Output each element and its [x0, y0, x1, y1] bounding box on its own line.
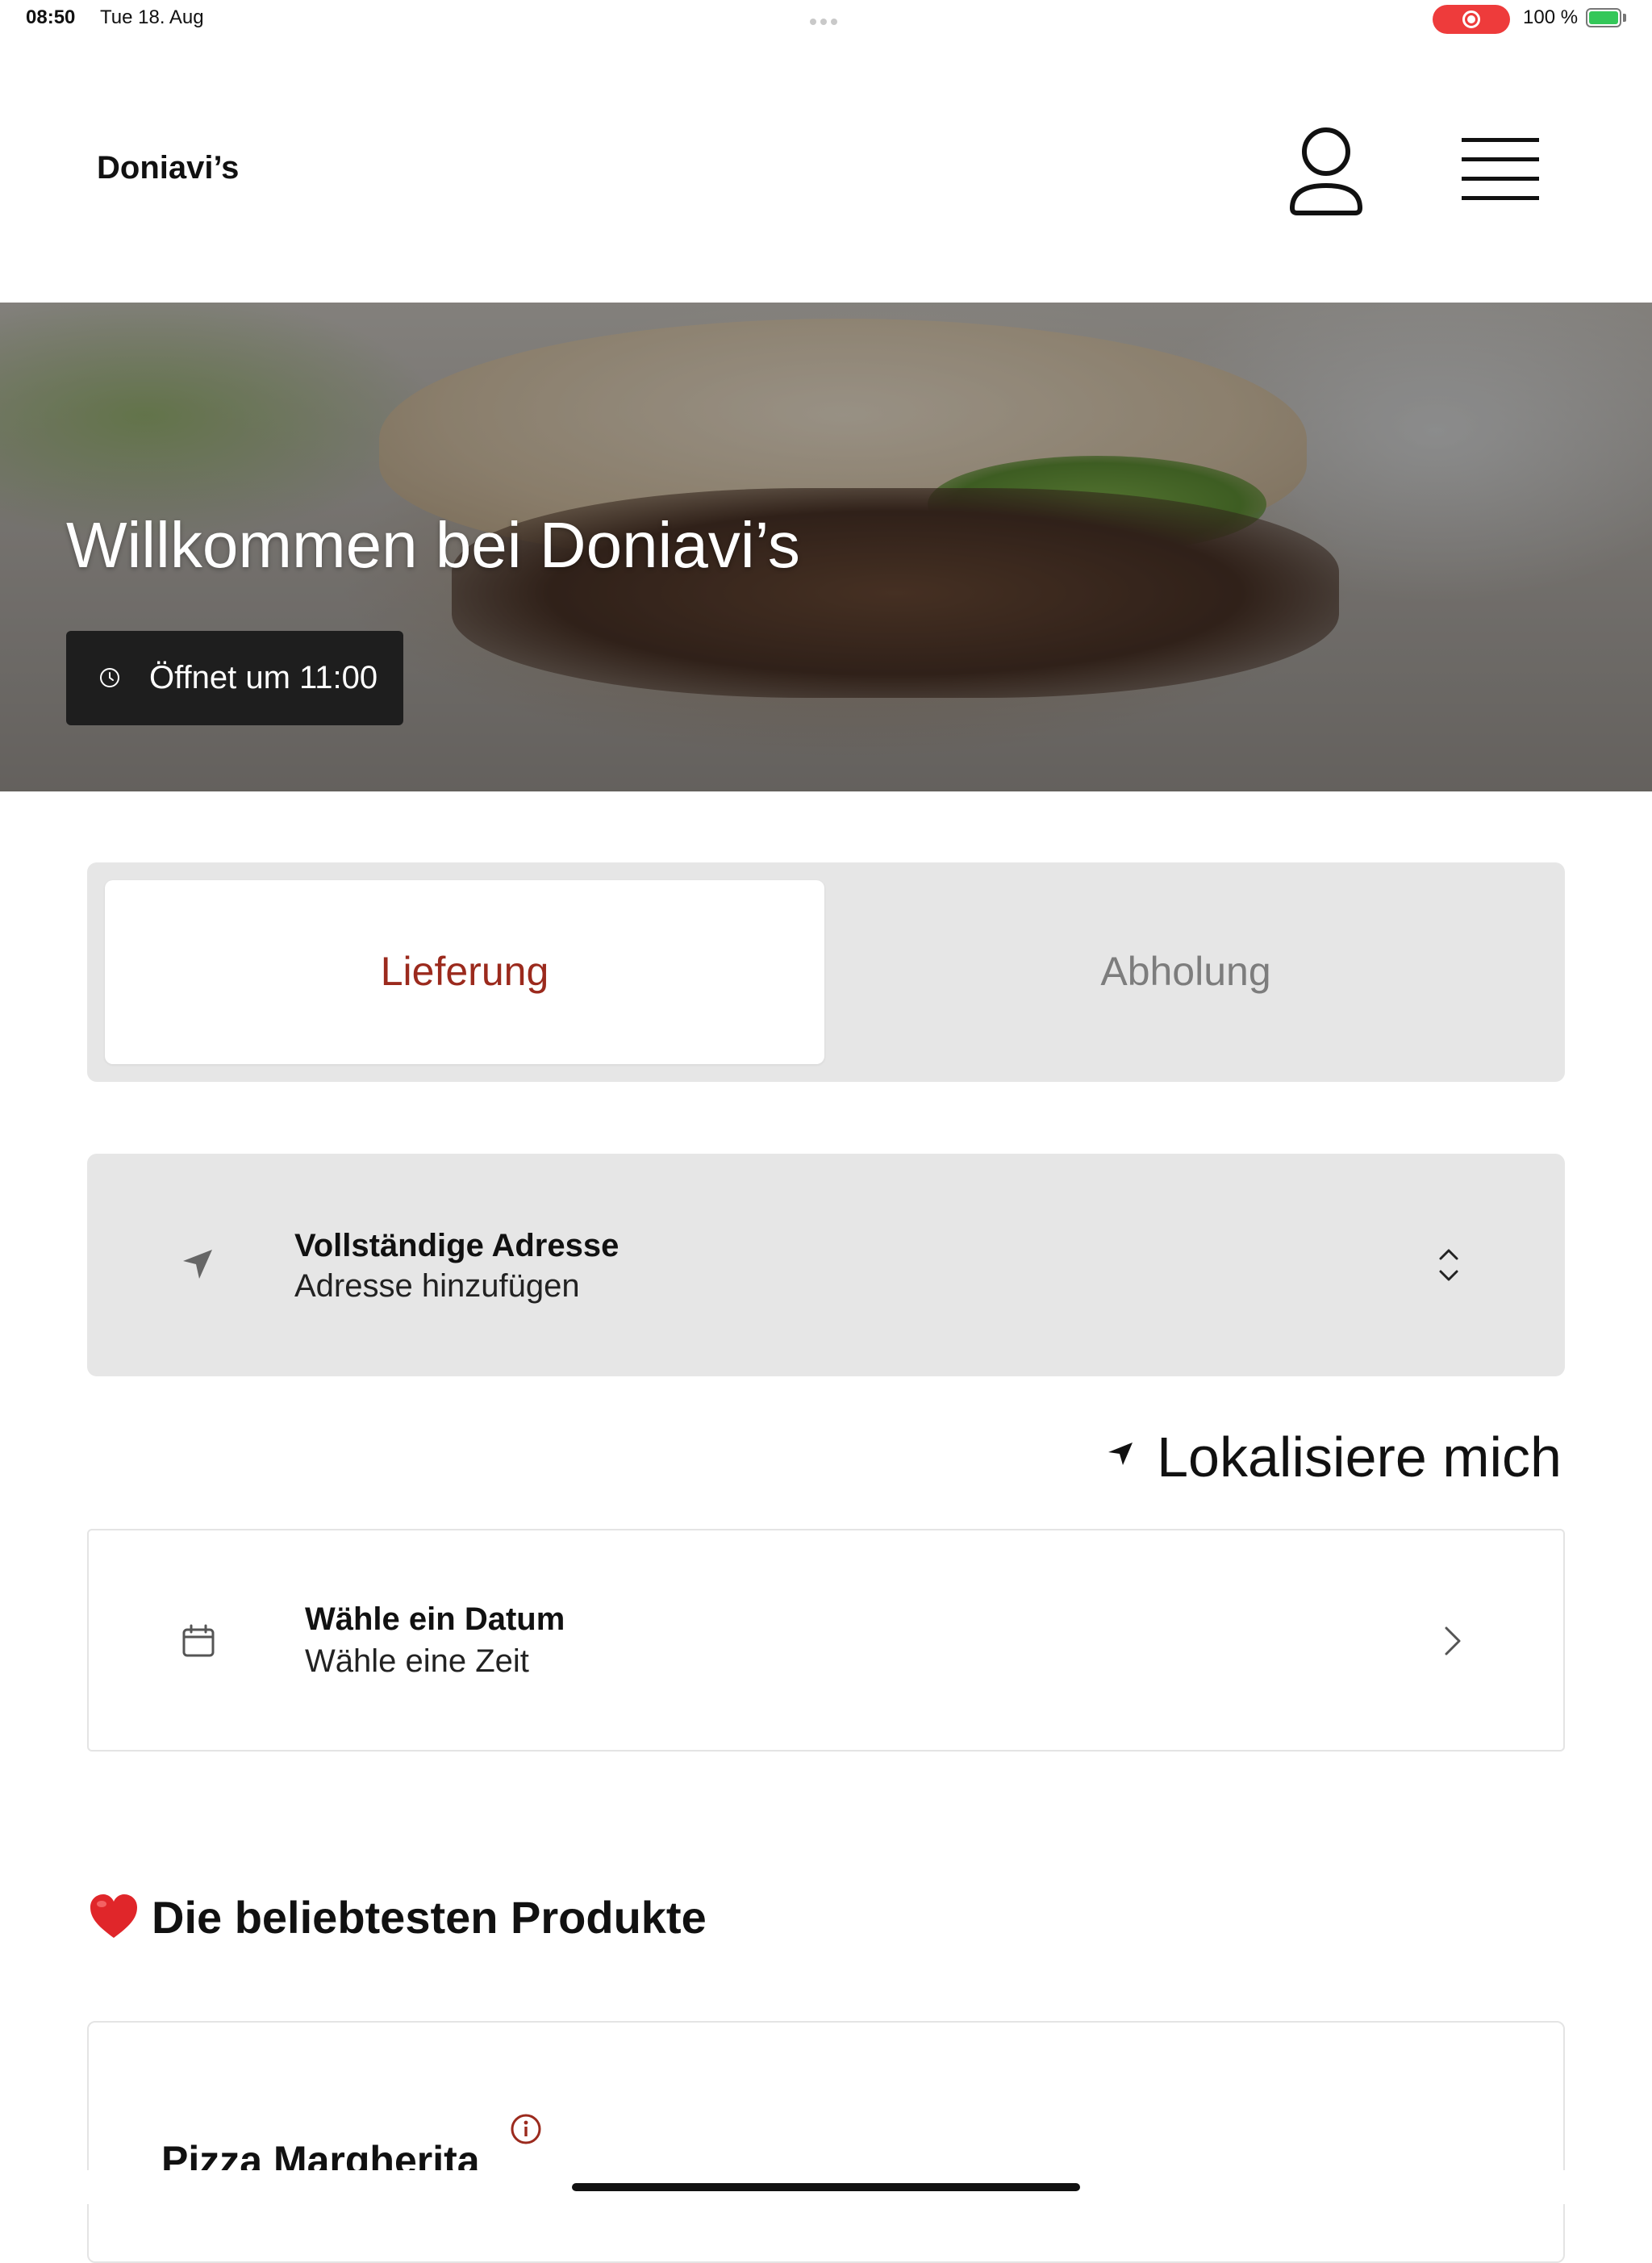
opening-hours-text: Öffnet um 11:00 [149, 660, 378, 695]
screen-recording-icon[interactable] [1433, 5, 1510, 34]
battery-cap [1623, 14, 1626, 22]
battery-percentage: 100 % [1523, 6, 1579, 28]
chevron-right-icon [1445, 1626, 1461, 1655]
hero-title: Willkommen bei Doniavi’s [66, 509, 800, 581]
heart-icon [90, 1894, 137, 1938]
hero-banner: Willkommen bei Doniavi’s Öffnet um 11:00 [0, 303, 1652, 791]
tab-delivery-label: Lieferung [380, 949, 549, 994]
status-bar: 08:50 Tue 18. Aug 100 % [0, 0, 1652, 39]
multitasking-dots-icon[interactable] [810, 15, 842, 25]
calendar-icon [182, 1624, 215, 1657]
status-date: Tue 18. Aug [100, 6, 204, 28]
popular-products-heading: Die beliebtesten Produkte [152, 1892, 707, 1943]
date-time-selector[interactable]: Wähle ein Datum Wähle eine Zeit [87, 1529, 1565, 1752]
locate-me-button[interactable]: Lokalisiere mich [1105, 1418, 1565, 1491]
brand-name[interactable]: Doniavi’s [97, 150, 239, 186]
hamburger-menu-icon [1462, 138, 1539, 200]
address-title: Vollständige Adresse [294, 1228, 620, 1263]
tab-pickup-label: Abholung [1100, 949, 1271, 994]
locate-me-label: Lokalisiere mich [1157, 1426, 1562, 1488]
info-icon[interactable] [510, 2113, 542, 2145]
address-selector[interactable]: Vollständige Adresse Adresse hinzufügen [87, 1154, 1565, 1376]
order-mode-switch: Lieferung Abholung [87, 862, 1565, 1082]
battery-icon [1586, 8, 1621, 27]
date-title: Wähle ein Datum [305, 1601, 565, 1637]
user-icon [1290, 127, 1362, 215]
clock-icon [100, 668, 119, 687]
menu-button[interactable] [1460, 136, 1541, 205]
chevron-up-down-icon [1439, 1249, 1458, 1281]
home-indicator[interactable] [572, 2183, 1080, 2191]
tab-delivery[interactable]: Lieferung [105, 880, 824, 1064]
time-subtitle: Wähle eine Zeit [305, 1643, 529, 1679]
opening-hours-badge: Öffnet um 11:00 [66, 631, 403, 725]
status-time: 08:50 [26, 6, 76, 28]
account-button[interactable] [1287, 124, 1365, 218]
location-arrow-icon [183, 1250, 212, 1279]
location-arrow-icon [1108, 1443, 1133, 1465]
address-value: Adresse hinzufügen [294, 1268, 580, 1304]
tab-pickup[interactable]: Abholung [824, 880, 1547, 1064]
product-card[interactable]: Pizza Margherita [87, 2021, 1565, 2263]
